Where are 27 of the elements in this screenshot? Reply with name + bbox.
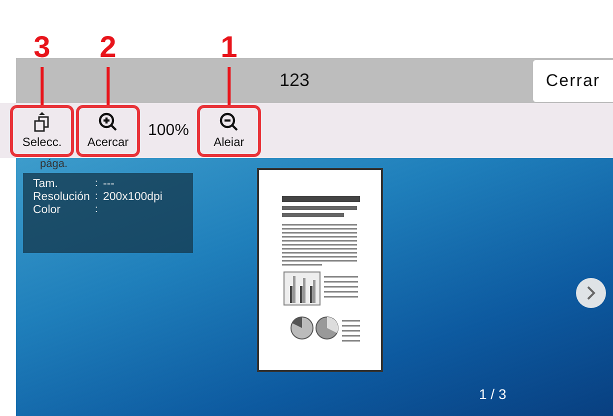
zoom-out-button[interactable]: Aleiar <box>196 104 261 156</box>
separator: : <box>95 191 99 204</box>
next-page-button[interactable] <box>576 278 606 308</box>
separator: : <box>95 204 99 217</box>
leader-line <box>227 66 230 104</box>
leader-line <box>106 66 110 104</box>
zoom-in-icon <box>98 112 118 132</box>
zoom-out-icon <box>218 112 239 132</box>
select-pages-button[interactable]: Selecc. <box>10 104 74 156</box>
cut-label: pága. <box>40 158 68 170</box>
info-label: Tam. <box>33 178 59 191</box>
zoom-in-button[interactable]: Acercar <box>76 104 140 156</box>
chevron-right-icon <box>586 285 596 301</box>
document-title: 123 <box>279 70 310 91</box>
callout-number: 1 <box>220 32 238 62</box>
close-button[interactable]: Cerrar <box>532 60 613 102</box>
info-label: Resolución <box>33 191 91 204</box>
info-value: --- <box>103 178 116 191</box>
pages-icon <box>34 112 50 132</box>
separator: : <box>95 178 99 191</box>
page-counter: 1 / 3 <box>479 386 506 402</box>
info-label: Color <box>33 204 62 217</box>
zoom-level: 100% <box>148 122 189 140</box>
leader-line <box>40 66 44 104</box>
info-value: 200x100dpi <box>103 191 164 204</box>
callout-number: 3 <box>34 32 50 62</box>
callout-number: 2 <box>100 32 116 62</box>
